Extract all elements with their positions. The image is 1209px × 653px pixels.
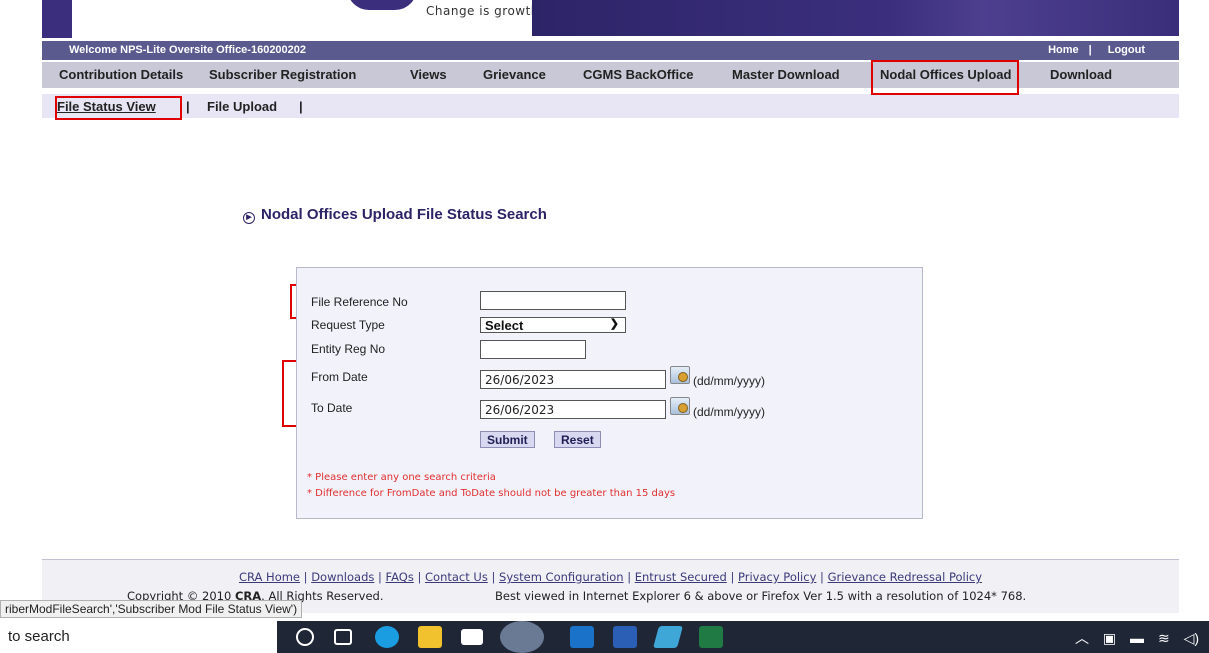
to-date-label: To Date [311,401,353,415]
menu-grievance[interactable]: Grievance [483,67,546,82]
menu-views[interactable]: Views [410,67,447,82]
top-links: Home | Logout [1042,44,1145,56]
menu-download[interactable]: Download [1050,67,1112,82]
calendar-icon[interactable] [670,397,690,415]
footer-link-contact-us[interactable]: Contact Us [425,570,488,584]
to-date-input[interactable]: 26/06/2023 [480,400,666,419]
edge-icon[interactable] [375,626,399,648]
logo [347,0,417,10]
menu-contribution-details[interactable]: Contribution Details [59,67,183,82]
taskbar-search[interactable]: to search [0,621,277,653]
to-date-format: (dd/mm/yyyy) [693,405,765,419]
top-links-separator: | [1088,44,1092,56]
file-explorer-icon[interactable] [418,626,442,648]
system-tray: ︿ ▣ ▬ ≋ ◁) [1065,628,1199,648]
file-reference-input[interactable] [480,291,626,310]
header-banner: Change is growth [42,0,1179,38]
search-circle-icon[interactable] [296,628,314,646]
banner-left-block [42,0,72,38]
footer-link-entrust-secured[interactable]: Entrust Secured [635,570,727,584]
reset-button[interactable]: Reset [554,431,601,448]
menu-subscriber-registration[interactable]: Subscriber Registration [209,67,356,82]
request-type-select[interactable]: Select ❯ [480,317,626,333]
footer-link-system-configuration[interactable]: System Configuration [499,570,624,584]
menu-cgms-backoffice[interactable]: CGMS BackOffice [583,67,694,82]
taskbar: to search ︿ ▣ ▬ ≋ ◁) [0,621,1209,653]
chrome-icon[interactable] [500,621,544,653]
request-type-label: Request Type [311,318,385,332]
task-view-icon[interactable] [334,629,352,645]
welcome-text: Welcome NPS-Lite Oversite Office-1602002… [69,44,307,56]
chevron-down-icon: ❯ [609,318,619,330]
outlook-icon[interactable] [570,626,594,648]
menu-master-download[interactable]: Master Download [732,67,840,82]
status-tooltip: riberModFileSearch','Subscriber Mod File… [0,600,303,618]
search-form: File Reference No Request Type Select ❯ … [296,267,923,519]
app-icon[interactable] [653,626,683,648]
page-title-text: Nodal Offices Upload File Status Search [261,206,547,223]
note-search-criteria: * Please enter any one search criteria [307,472,496,483]
banner-graphic [532,0,1179,36]
submenu-separator: | [186,99,190,114]
footer-link-faqs[interactable]: FAQs [386,570,414,584]
submenu-file-status-view[interactable]: File Status View [57,99,156,114]
footer-link-privacy-policy[interactable]: Privacy Policy [738,570,816,584]
chevron-up-icon[interactable]: ︿ [1075,630,1089,646]
submenu-file-upload[interactable]: File Upload [207,99,277,114]
submit-button[interactable]: Submit [480,431,535,448]
footer-link-downloads[interactable]: Downloads [311,570,374,584]
entity-reg-label: Entity Reg No [311,342,386,356]
calendar-icon[interactable] [670,366,690,384]
file-reference-label: File Reference No [311,295,408,309]
battery-icon[interactable]: ▬ [1130,630,1144,646]
footer-link-cra-home[interactable]: CRA Home [239,570,300,584]
best-viewed-note: Best viewed in Internet Explorer 6 & abo… [495,589,1027,603]
volume-icon[interactable]: ◁) [1184,630,1199,646]
notification-icon[interactable]: ▣ [1103,630,1116,646]
mail-icon[interactable] [461,629,483,645]
menu-nodal-offices-upload[interactable]: Nodal Offices Upload [880,67,1011,82]
footer-links: CRA Home | Downloads | FAQs | Contact Us… [238,570,983,584]
from-date-input[interactable]: 26/06/2023 [480,370,666,389]
submenu-separator: | [299,99,303,114]
circle-arrow-icon: ▶ [243,212,255,224]
footer-link-grievance-policy[interactable]: Grievance Redressal Policy [828,570,982,584]
entity-reg-input[interactable] [480,340,586,359]
sub-menu: File Status View | File Upload | [42,94,1179,118]
from-date-label: From Date [311,370,368,384]
request-type-value: Select [485,318,524,333]
main-menu: Contribution Details Subscriber Registra… [42,62,1179,88]
note-date-difference: * Difference for FromDate and ToDate sho… [307,488,676,499]
banner-tagline: Change is growth [426,4,539,18]
from-date-format: (dd/mm/yyyy) [693,374,765,388]
welcome-bar: Welcome NPS-Lite Oversite Office-1602002… [42,41,1179,60]
excel-icon[interactable] [699,626,723,648]
logout-link[interactable]: Logout [1108,44,1145,56]
page-title: ▶ Nodal Offices Upload File Status Search [243,206,547,224]
home-link[interactable]: Home [1048,44,1079,56]
wifi-icon[interactable]: ≋ [1158,630,1170,646]
word-icon[interactable] [613,626,637,648]
